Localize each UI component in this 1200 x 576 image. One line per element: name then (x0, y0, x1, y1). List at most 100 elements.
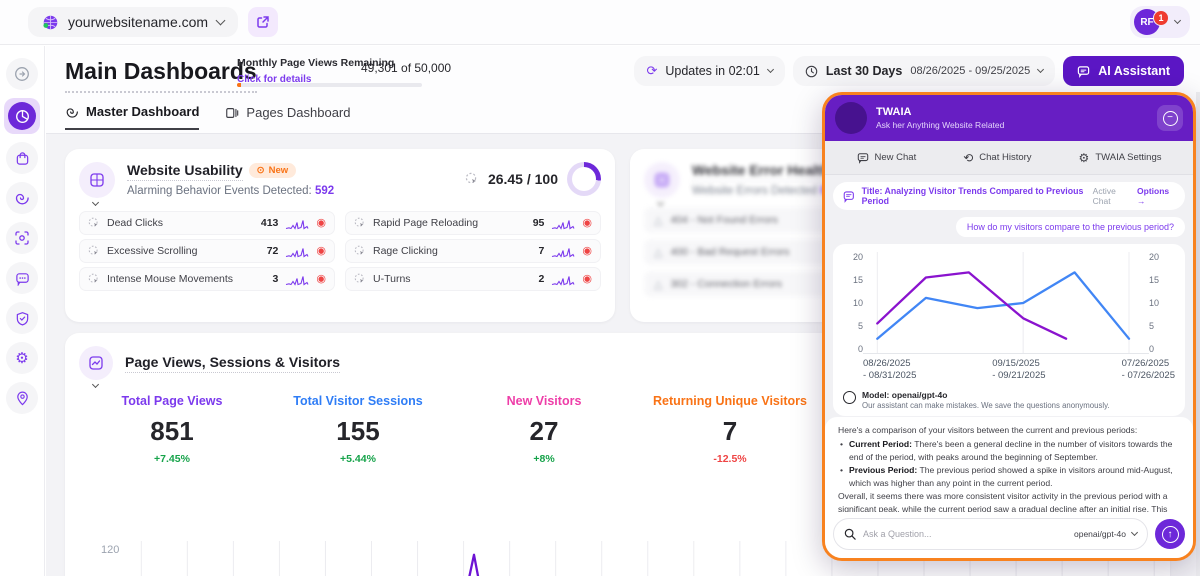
open-website-button[interactable] (248, 7, 278, 37)
tab-master-dashboard[interactable]: Master Dashboard (65, 104, 199, 130)
chevron-down-icon (92, 381, 99, 388)
master-dashboard-icon (65, 105, 79, 119)
sidebar-item-ecommerce[interactable] (6, 142, 38, 174)
question-input[interactable] (863, 529, 1067, 539)
sidebar-item-feedback[interactable] (6, 262, 38, 294)
question-input-pill: openai/gpt-4o (833, 518, 1148, 550)
sidebar-item-heatmaps[interactable] (6, 222, 38, 254)
chat-title-bar: Title: Analyzing Visitor Trends Compared… (833, 182, 1185, 210)
pageviews-metric: Total Visitor Sessions 155 +5.44% (265, 394, 451, 465)
record-icon[interactable]: ◉ (582, 218, 592, 229)
usability-metric-row[interactable]: Rage Clicking 7 ◉ (345, 239, 601, 263)
sparkline (285, 245, 309, 258)
chat-area: Title: Analyzing Visitor Trends Compared… (825, 175, 1193, 417)
model-label: Model: openai/gpt-4o (862, 390, 1110, 400)
model-selector[interactable]: openai/gpt-4o (1074, 529, 1137, 539)
usability-metric-row[interactable]: Dead Clicks 413 ◉ (79, 211, 335, 235)
cursor-icon (354, 217, 366, 229)
sidebar-item-privacy[interactable] (6, 302, 38, 334)
shield-check-icon (15, 311, 30, 326)
search-icon (844, 528, 856, 540)
chevron-down-icon (216, 15, 226, 25)
chat-title: Title: Analyzing Visitor Trends Compared… (862, 186, 1086, 206)
cursor-icon (354, 245, 366, 257)
scrollbar[interactable] (1196, 92, 1200, 576)
pages-dashboard-icon (225, 106, 239, 120)
website-name: yourwebsitename.com (68, 14, 208, 30)
y-tick: 20 (1149, 252, 1171, 262)
sidebar-item-dashboard[interactable] (4, 98, 40, 134)
y-tick: 10 (1149, 298, 1171, 308)
record-icon[interactable]: ◉ (582, 274, 592, 285)
new-chat-button[interactable]: New Chat (857, 152, 917, 164)
record-icon[interactable]: ◉ (316, 246, 326, 257)
y-tick: 120 (101, 544, 119, 556)
minimize-button[interactable]: − (1157, 105, 1183, 131)
answer-bullet: Current Period: There's been a general d… (838, 438, 1180, 464)
twaia-settings-button[interactable]: ⚙ TWAIA Settings (1079, 151, 1162, 165)
record-icon[interactable]: ◉ (316, 218, 326, 229)
sidebar-item-recordings[interactable] (6, 182, 38, 214)
account-menu[interactable]: RF1 (1130, 6, 1190, 38)
y-tick: 20 (841, 252, 863, 262)
chevron-down-icon (1131, 528, 1138, 535)
answer-bullet: Previous Period: The previous period sho… (838, 464, 1180, 490)
refresh-icon: ⟳ (646, 63, 657, 79)
sparkline (551, 245, 575, 258)
pageviews-metric: Returning Unique Visitors 7 -12.5% (637, 394, 823, 465)
chat-history-button[interactable]: ⟲ Chat History (963, 151, 1031, 165)
ai-assistant-panel: TWAIA Ask her Anything Website Related −… (822, 92, 1196, 561)
notification-badge: 1 (1153, 10, 1169, 26)
assistant-header: TWAIA Ask her Anything Website Related − (825, 95, 1193, 141)
chat-icon (1077, 65, 1090, 78)
record-icon[interactable]: ◉ (582, 246, 592, 257)
date-range-picker[interactable]: Last 30 Days 08/26/2025 - 09/25/2025 (793, 56, 1055, 86)
usability-metric-row[interactable]: U-Turns 2 ◉ (345, 267, 601, 291)
website-usability-card: Website Usability⊙New Alarming Behavior … (65, 149, 615, 322)
cursor-icon (354, 273, 366, 285)
sidebar-item-open-panel[interactable] (6, 58, 38, 90)
open-panel-icon (14, 66, 30, 82)
dashboard-pie-icon (15, 109, 30, 124)
assistant-tagline: Ask her Anything Website Related (876, 120, 1004, 130)
line-chart-icon (88, 355, 104, 371)
website-selector[interactable]: yourwebsitename.com (28, 7, 238, 37)
assistant-name: TWAIA (876, 106, 1004, 118)
dashboard-tabs: Master Dashboard Pages Dashboard (65, 104, 351, 130)
usability-metric-row[interactable]: Excessive Scrolling 72 ◉ (79, 239, 335, 263)
chevron-down-icon (767, 65, 774, 72)
usability-metric-row[interactable]: Intense Mouse Movements 3 ◉ (79, 267, 335, 291)
assistant-input-row: openai/gpt-4o ↑ (825, 512, 1193, 558)
sparkline (285, 217, 309, 230)
sidebar-item-settings[interactable]: ⚙ (6, 342, 38, 374)
chat-options-link[interactable]: Options → (1137, 186, 1175, 206)
usability-metric-row[interactable]: Rapid Page Reloading 95 ◉ (345, 211, 601, 235)
updates-timer[interactable]: ⟳ Updates in 02:01 (634, 56, 784, 86)
usability-score-gauge (567, 162, 601, 196)
quota-progress-bar (237, 83, 422, 87)
answer-outro: Overall, it seems there was more consist… (838, 490, 1180, 512)
sparkline (285, 273, 309, 286)
page-title: Main Dashboards (65, 58, 257, 93)
chat-feedback-icon (15, 271, 30, 286)
tab-pages-dashboard[interactable]: Pages Dashboard (225, 104, 350, 130)
answer-bullets: Current Period: There's been a general d… (838, 438, 1180, 490)
sidebar-item-visitors[interactable] (6, 382, 38, 414)
record-icon[interactable]: ◉ (316, 274, 326, 285)
chevron-down-icon (657, 199, 664, 206)
score-cursor-icon (465, 172, 479, 186)
shopping-bag-icon (15, 151, 30, 166)
usability-title: Website Usability (127, 162, 243, 181)
y-axis-right: 20151050 (1149, 252, 1171, 354)
ai-assistant-button[interactable]: AI Assistant (1063, 56, 1184, 86)
send-button[interactable]: ↑ (1155, 519, 1185, 549)
pageviews-metric: New Visitors 27 +8% (451, 394, 637, 465)
y-tick: 0 (841, 344, 863, 354)
usability-score: 26.45 / 100 (488, 171, 558, 187)
warning-triangle-icon: △ (654, 246, 662, 259)
date-range-value: 08/26/2025 - 09/25/2025 (910, 65, 1030, 77)
chevron-down-icon (1037, 65, 1044, 72)
visitor-pin-icon (15, 391, 30, 406)
sparkline (551, 217, 575, 230)
model-info: Model: openai/gpt-4o Our assistant can m… (841, 390, 1177, 410)
